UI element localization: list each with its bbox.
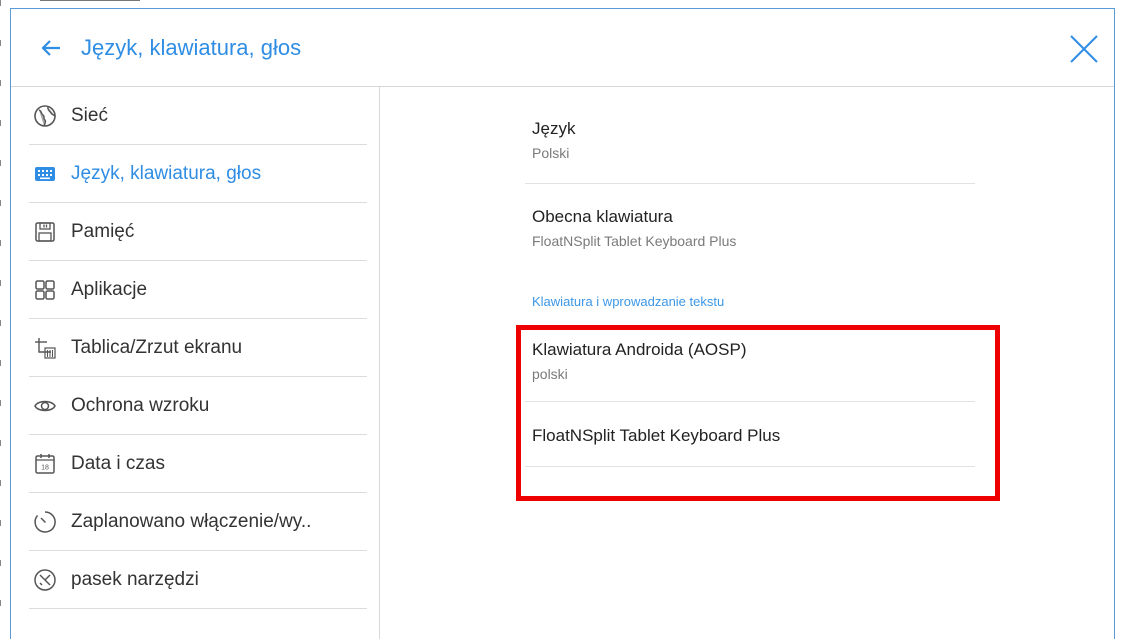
setting-current-keyboard[interactable]: Obecna klawiatura FloatNSplit Tablet Key… <box>532 207 962 249</box>
highlight-box <box>516 325 1000 501</box>
sidebar-item-schedule[interactable]: Zaplanowano włączenie/wy.. <box>11 493 379 551</box>
sidebar: Sieć Język, klawiatura, głos Pamięć Apli… <box>11 87 380 639</box>
apps-grid-icon <box>33 278 57 302</box>
sidebar-item-network[interactable]: Sieć <box>11 87 379 145</box>
setting-value: Polski <box>532 145 570 161</box>
setting-language[interactable]: Język Polski <box>532 119 962 161</box>
sidebar-item-storage[interactable]: Pamięć <box>11 203 379 261</box>
settings-window: Język, klawiatura, głos Sieć Język, klaw… <box>10 8 1115 639</box>
divider <box>525 183 975 184</box>
sidebar-item-eye-protection[interactable]: Ochrona wzroku <box>11 377 379 435</box>
settings-content: Język Polski Obecna klawiatura FloatNSpl… <box>380 87 1114 639</box>
sidebar-item-toolbar[interactable]: pasek narzędzi <box>11 551 379 609</box>
sidebar-item-language[interactable]: Język, klawiatura, głos <box>11 145 379 203</box>
close-icon <box>1070 35 1098 63</box>
page-title: Język, klawiatura, głos <box>81 34 302 60</box>
sidebar-item-label: Tablica/Zrzut ekranu <box>71 337 243 358</box>
setting-title: Obecna klawiatura <box>532 207 673 226</box>
setting-value: FloatNSplit Tablet Keyboard Plus <box>532 233 737 249</box>
section-header: Klawiatura i wprowadzanie tekstu <box>532 294 725 309</box>
calendar-day: 18 <box>41 465 49 472</box>
calendar-icon: 18 <box>33 452 57 476</box>
setting-title: Język <box>532 119 576 138</box>
sidebar-item-apps[interactable]: Aplikacje <box>11 261 379 319</box>
sidebar-item-label: Data i czas <box>71 453 165 474</box>
toolbar-icon <box>33 568 57 592</box>
save-icon <box>33 220 57 244</box>
close-button[interactable] <box>1064 29 1104 69</box>
timer-icon <box>33 510 57 534</box>
header-bar: Język, klawiatura, głos <box>11 9 1114 87</box>
sidebar-item-label: Ochrona wzroku <box>71 395 210 416</box>
sidebar-item-label: Język, klawiatura, głos <box>71 163 262 184</box>
sidebar-item-label: Aplikacje <box>71 279 148 300</box>
screenshot-icon <box>33 336 57 360</box>
sidebar-item-date-time[interactable]: 18 Data i czas <box>11 435 379 493</box>
sidebar-item-label: Sieć <box>71 105 108 126</box>
crop-mark <box>0 0 1 639</box>
sidebar-item-label: pasek narzędzi <box>71 569 199 590</box>
back-button[interactable] <box>31 28 71 68</box>
sidebar-item-whiteboard[interactable]: Tablica/Zrzut ekranu <box>11 319 379 377</box>
keyboard-icon <box>33 162 57 186</box>
sidebar-item-label: Zaplanowano włączenie/wy.. <box>71 511 312 532</box>
globe-icon <box>33 104 57 128</box>
crop-mark-top <box>40 0 140 1</box>
sidebar-item-label: Pamięć <box>71 221 135 242</box>
arrow-left-icon <box>41 39 60 56</box>
eye-icon <box>33 394 57 418</box>
